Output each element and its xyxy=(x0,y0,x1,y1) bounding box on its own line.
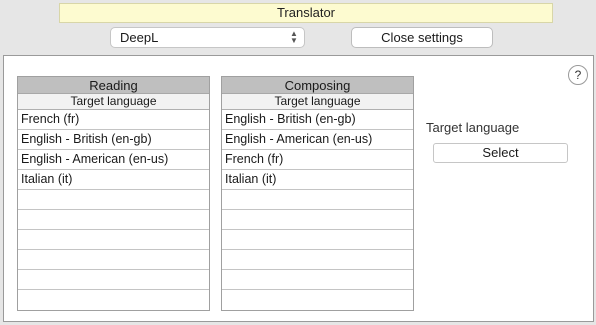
select-button[interactable]: Select xyxy=(433,143,568,163)
close-settings-button[interactable]: Close settings xyxy=(351,27,493,48)
table-row[interactable] xyxy=(18,210,209,230)
composing-column-header[interactable]: Target language xyxy=(222,94,413,110)
table-row[interactable] xyxy=(18,290,209,310)
reading-column-header[interactable]: Target language xyxy=(18,94,209,110)
translation-service-value: DeepL xyxy=(120,30,159,45)
translation-service-select[interactable]: DeepL ▲ ▼ xyxy=(110,27,305,48)
table-row[interactable]: French (fr) xyxy=(18,110,209,130)
composing-table: Composing Target language English - Brit… xyxy=(221,76,414,311)
window-title: Translator xyxy=(59,3,553,23)
reading-table-title: Reading xyxy=(18,77,209,94)
table-row[interactable] xyxy=(222,230,413,250)
table-row[interactable] xyxy=(18,250,209,270)
help-icon[interactable]: ? xyxy=(568,65,588,85)
table-row[interactable]: Italian (it) xyxy=(222,170,413,190)
table-row[interactable]: English - British (en-gb) xyxy=(222,110,413,130)
composing-table-title: Composing xyxy=(222,77,413,94)
reading-table: Reading Target language French (fr) Engl… xyxy=(17,76,210,311)
table-row[interactable]: English - American (en-us) xyxy=(18,150,209,170)
target-language-label: Target language xyxy=(426,120,520,135)
table-row[interactable] xyxy=(222,290,413,310)
table-row[interactable] xyxy=(222,190,413,210)
table-row[interactable]: Italian (it) xyxy=(18,170,209,190)
table-row[interactable] xyxy=(222,270,413,290)
table-row[interactable] xyxy=(18,230,209,250)
table-row[interactable]: French (fr) xyxy=(222,150,413,170)
table-row[interactable] xyxy=(18,270,209,290)
table-row[interactable] xyxy=(222,210,413,230)
table-row[interactable]: English - American (en-us) xyxy=(222,130,413,150)
table-row[interactable]: English - British (en-gb) xyxy=(18,130,209,150)
table-row[interactable] xyxy=(222,250,413,270)
chevron-updown-icon: ▲ ▼ xyxy=(290,29,298,45)
table-row[interactable] xyxy=(18,190,209,210)
